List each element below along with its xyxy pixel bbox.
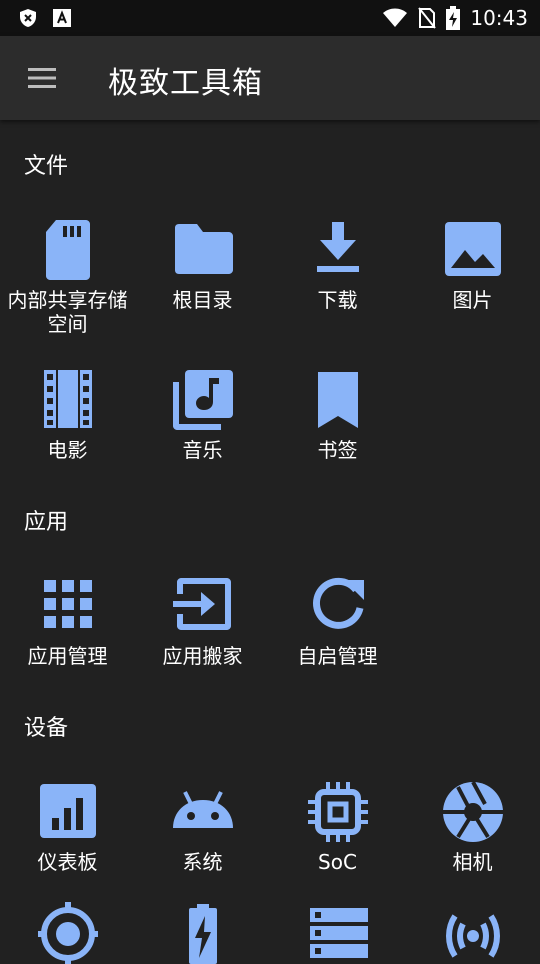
item-label: 图片 (452, 288, 493, 312)
no-sim-icon (418, 7, 437, 29)
item-pictures[interactable]: 图片 (405, 218, 540, 312)
item-label: 应用搬家 (162, 644, 243, 668)
page-title: 极致工具箱 (108, 66, 263, 101)
input-arrow-icon (172, 578, 231, 630)
section-title-apps: 应用 (24, 510, 69, 535)
item-label: 下载 (317, 288, 358, 312)
apps-grid-icon (43, 580, 92, 628)
battery-charging-large-icon (188, 904, 217, 964)
item-location[interactable] (0, 900, 135, 964)
item-label: 系统 (182, 850, 223, 874)
item-label: 书签 (317, 438, 358, 462)
section-title-files: 文件 (24, 154, 69, 179)
dashboard-bars-icon (39, 784, 96, 838)
item-battery[interactable] (135, 900, 270, 964)
sd-card-icon (45, 220, 90, 280)
item-bookmarks[interactable]: 书签 (270, 368, 405, 462)
item-system[interactable]: 系统 (135, 780, 270, 874)
item-label: SoC (318, 850, 357, 874)
item-root-directory[interactable]: 根目录 (135, 218, 270, 312)
status-bar: 10:43 (0, 0, 540, 36)
item-app-move[interactable]: 应用搬家 (135, 574, 270, 668)
status-time: 10:43 (470, 6, 528, 30)
image-icon (444, 222, 501, 276)
music-library-icon (172, 370, 233, 430)
item-label: 应用管理 (27, 644, 108, 668)
item-label: 根目录 (172, 288, 233, 312)
storage-list-icon (309, 908, 368, 958)
folder-icon (174, 224, 233, 274)
item-music[interactable]: 音乐 (135, 368, 270, 462)
item-camera[interactable]: 相机 (405, 780, 540, 874)
item-label: 内部共享存储空间 (7, 288, 128, 336)
item-label: 电影 (47, 438, 88, 462)
wifi-icon (383, 8, 408, 27)
chip-icon (307, 782, 368, 842)
item-internal-storage[interactable]: 内部共享存储空间 (0, 218, 135, 336)
item-label: 音乐 (182, 438, 223, 462)
item-movies[interactable]: 电影 (0, 368, 135, 462)
item-dashboard[interactable]: 仪表板 (0, 780, 135, 874)
item-label: 仪表板 (37, 850, 98, 874)
item-autostart-manager[interactable]: 自启管理 (270, 574, 405, 668)
gps-icon (37, 902, 98, 964)
item-downloads[interactable]: 下载 (270, 218, 405, 312)
item-label: 相机 (452, 850, 493, 874)
download-icon (316, 222, 359, 272)
android-icon (172, 791, 233, 828)
item-label: 自启管理 (297, 644, 378, 668)
item-app-manager[interactable]: 应用管理 (0, 574, 135, 668)
signal-waves-icon (445, 914, 500, 958)
menu-icon[interactable] (26, 66, 58, 90)
shield-x-icon (20, 9, 36, 27)
item-storage[interactable] (270, 900, 405, 964)
film-icon (43, 370, 92, 428)
camera-aperture-icon (442, 781, 503, 842)
section-title-device: 设备 (24, 716, 69, 741)
font-a-icon (53, 9, 71, 27)
item-sensors[interactable] (405, 900, 540, 964)
app-toolbar: 极致工具箱 (0, 36, 540, 120)
battery-charging-icon (446, 6, 461, 30)
refresh-icon (312, 577, 364, 629)
bookmark-icon (317, 372, 358, 428)
item-soc[interactable]: SoC (270, 780, 405, 874)
